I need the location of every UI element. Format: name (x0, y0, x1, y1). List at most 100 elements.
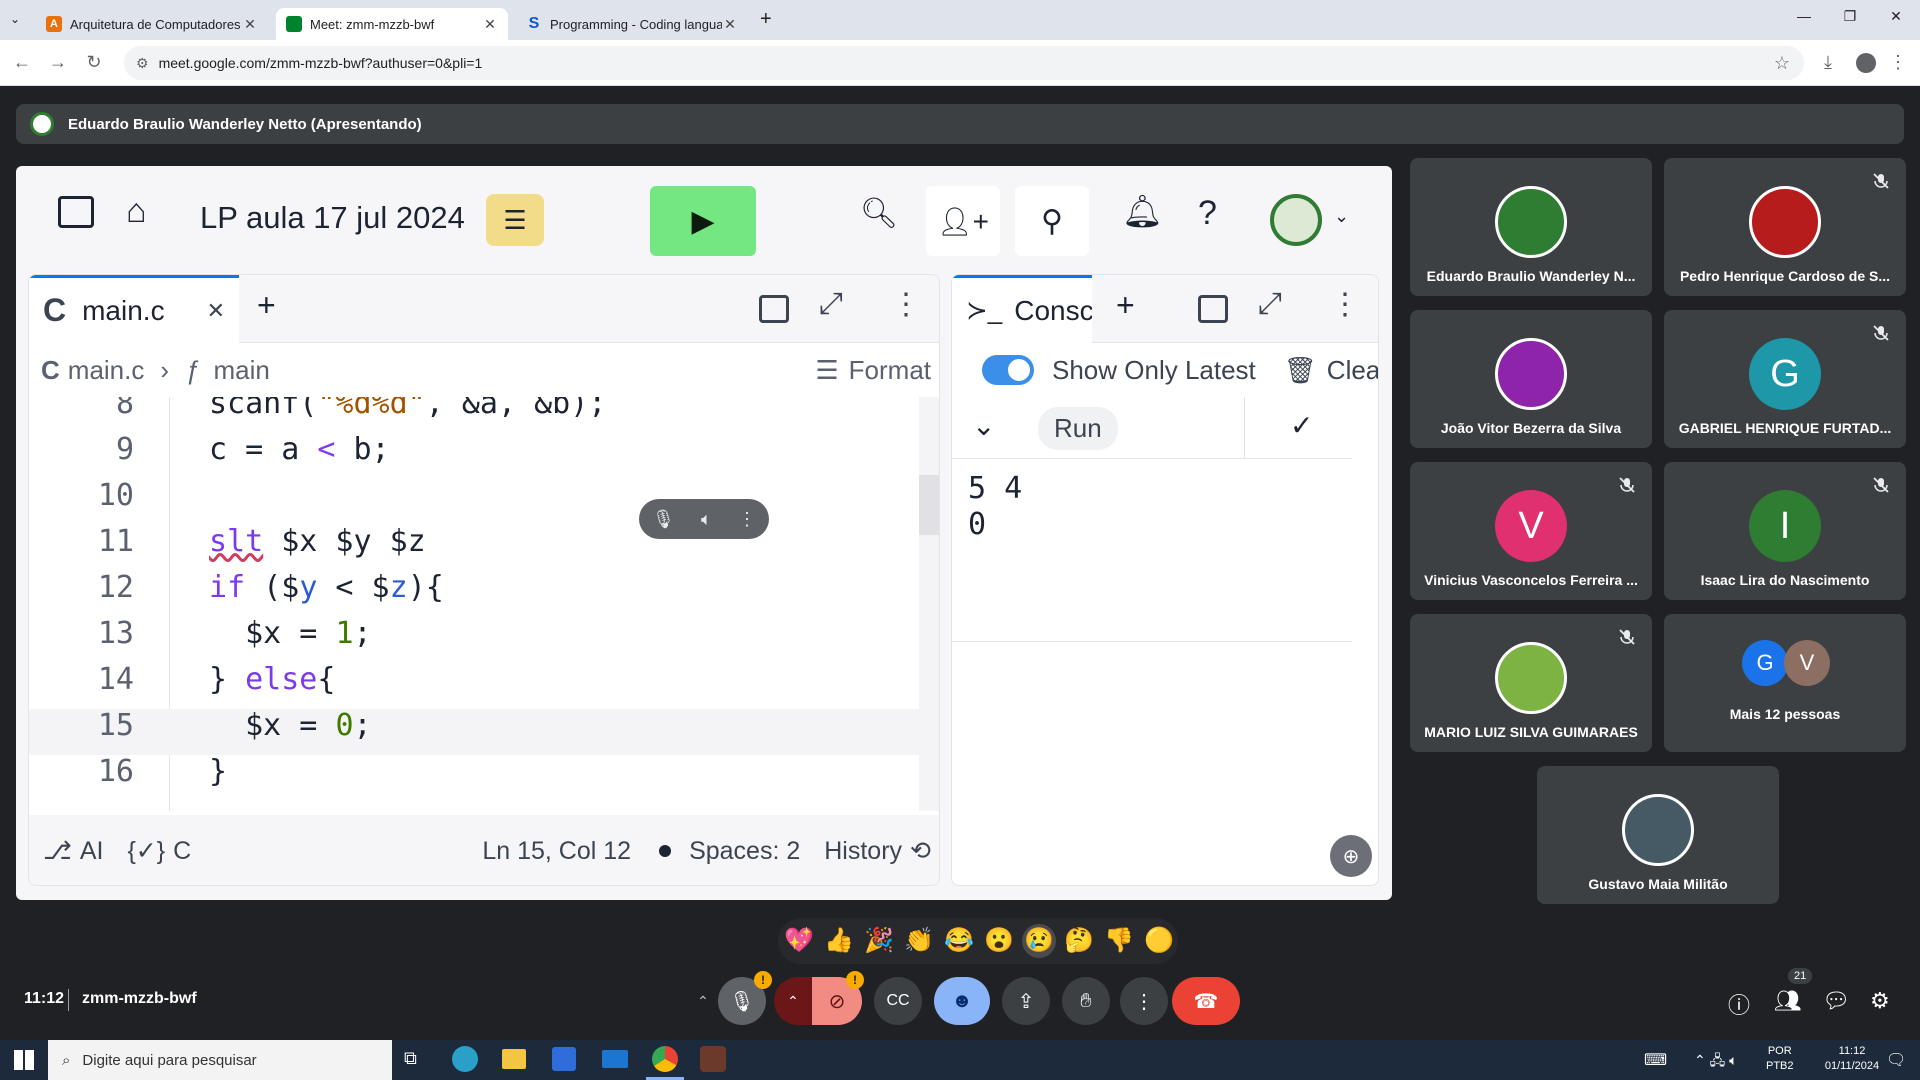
language-label[interactable]: C (173, 837, 191, 866)
collapse-chevron-icon[interactable]: ⌄ (972, 409, 995, 442)
breadcrumb-symbol[interactable]: main (214, 355, 270, 386)
participant-tile[interactable]: João Vitor Bezerra da Silva (1410, 310, 1652, 448)
reaction-emoji[interactable]: 🤔 (1062, 924, 1096, 958)
home-icon[interactable]: ⌂ (126, 192, 147, 231)
editor-scrollbar[interactable] (919, 397, 939, 811)
forward-icon[interactable]: → (46, 52, 70, 73)
participant-tile[interactable]: V Vinicius Vasconcelos Ferreira ... (1410, 462, 1652, 600)
notifications-icon[interactable]: 🔔︎ (1122, 192, 1163, 230)
repl-title[interactable]: LP aula 17 jul 2024 (200, 200, 465, 236)
app-icon[interactable] (700, 1046, 726, 1072)
reaction-emoji[interactable]: 😮 (982, 924, 1016, 958)
invite-button[interactable]: 👤︎+ (926, 186, 1000, 256)
back-icon[interactable]: ← (10, 52, 34, 73)
close-tab-icon[interactable]: ✕ (242, 16, 258, 33)
history-label[interactable]: History (824, 837, 902, 866)
site-info-icon[interactable]: ⚙ (136, 55, 149, 72)
clock[interactable]: 11:12 01/11/2024 (1812, 1044, 1892, 1074)
people-icon[interactable]: 👥︎ (1774, 988, 1802, 1014)
camera-off-button[interactable]: ⊘ ! (812, 971, 864, 1025)
store-icon[interactable] (552, 1047, 576, 1071)
meeting-code[interactable]: zmm-mzzb-bwf (82, 990, 197, 1008)
activities-icon[interactable]: ⚙ (1870, 988, 1890, 1014)
video-options-button[interactable]: ⌃ (774, 977, 812, 1025)
show-latest-toggle[interactable] (982, 355, 1034, 385)
scroll-thumb[interactable] (919, 475, 939, 535)
present-button[interactable]: ⇪ (1002, 977, 1050, 1025)
reaction-emoji[interactable]: 🎉 (862, 924, 896, 958)
more-options-icon[interactable]: ⋮ (1330, 287, 1360, 322)
spaces-setting[interactable]: Spaces: 2 (689, 837, 800, 866)
taskbar-search[interactable]: ⌕ Digite aqui para pesquisar (48, 1040, 392, 1080)
more-options-button[interactable]: ⋮ (1120, 977, 1168, 1025)
language-indicator[interactable]: POR PTB2 (1766, 1044, 1794, 1074)
deploy-button[interactable]: ⚲ (1015, 186, 1089, 256)
reaction-emoji[interactable]: 💖 (782, 924, 816, 958)
more-vert-icon[interactable]: ⋮ (738, 509, 756, 530)
close-tab-icon[interactable]: ✕ (207, 298, 225, 324)
leave-call-button[interactable]: ☎ (1172, 977, 1240, 1025)
chat-icon[interactable]: 💬︎ (1822, 988, 1850, 1014)
restore-icon[interactable]: ❐ (1830, 8, 1870, 25)
bookmark-star-icon[interactable]: ☆ (1774, 53, 1790, 74)
trash-icon[interactable]: 🗑︎ (1284, 355, 1317, 386)
participant-tile[interactable]: G GABRIEL HENRIQUE FURTAD... (1664, 310, 1906, 448)
reaction-emoji[interactable]: 😢 (1022, 924, 1056, 958)
chrome-icon[interactable] (652, 1046, 678, 1072)
raise-hand-button[interactable]: ✋︎ (1062, 977, 1110, 1025)
url-field[interactable]: ⚙ meet.google.com/zmm-mzzb-bwf?authuser=… (124, 46, 1804, 80)
browser-tab[interactable]: S Programming - Coding languag ✕ (516, 8, 748, 40)
edge-icon[interactable] (452, 1046, 478, 1072)
reload-icon[interactable]: ↻ (82, 52, 106, 73)
browser-tab-active[interactable]: Meet: zmm-mzzb-bwf ✕ (276, 8, 508, 40)
volume-icon[interactable]: 🔈︎ (701, 509, 712, 530)
participant-tile[interactable]: I Isaac Lira do Nascimento (1664, 462, 1906, 600)
editor-tab[interactable]: C main.c ✕ (29, 275, 239, 343)
maximize-icon[interactable]: ⤢ (1258, 287, 1282, 321)
floating-tile-controls[interactable]: 🎙︎ 🔈︎ ⋮ (639, 499, 769, 539)
reaction-emoji[interactable]: 👍 (822, 924, 856, 958)
meeting-info-icon[interactable]: ⓘ (1728, 988, 1750, 1020)
maximize-icon[interactable]: ⤢ (819, 287, 843, 321)
participant-tile[interactable]: Eduardo Braulio Wanderley N... (1410, 158, 1652, 296)
zoom-icon[interactable]: ⊕ (1330, 835, 1372, 877)
split-pane-icon[interactable] (1198, 295, 1228, 323)
browser-menu-icon[interactable]: ⋮ (1886, 52, 1910, 73)
help-icon[interactable]: ? (1198, 194, 1217, 233)
code-area[interactable]: 8 9 10 11 12 13 14 15 16 scanf("%d%d", &… (29, 397, 919, 811)
mic-button[interactable]: 🎙︎ ! (718, 971, 772, 1025)
windows-start-icon[interactable] (14, 1050, 34, 1070)
notification-center-icon[interactable]: 🗨︎ (1886, 1050, 1906, 1070)
split-pane-icon[interactable] (759, 295, 789, 323)
add-tab-icon[interactable]: + (1116, 287, 1135, 324)
task-view-icon[interactable]: ⧉ (404, 1048, 417, 1069)
participant-tile[interactable]: G V Mais 12 pessoas (1664, 614, 1906, 752)
ai-label[interactable]: AI (80, 837, 104, 866)
cursor-position[interactable]: Ln 15, Col 12 (482, 837, 631, 866)
minimize-icon[interactable]: — (1784, 8, 1824, 24)
explorer-icon[interactable] (502, 1049, 526, 1069)
close-window-icon[interactable]: ✕ (1876, 8, 1916, 25)
clear-label[interactable]: Clea (1327, 355, 1378, 386)
browser-tab[interactable]: A Arquitetura de Computadores ✕ (36, 8, 268, 40)
close-tab-icon[interactable]: ✕ (722, 16, 738, 33)
reaction-emoji[interactable]: 👎 (1102, 924, 1136, 958)
more-options-icon[interactable]: ⋮ (891, 287, 921, 322)
reaction-emoji[interactable]: 👏 (902, 924, 936, 958)
add-tab-icon[interactable]: + (257, 287, 276, 324)
captions-button[interactable]: CC (874, 977, 922, 1025)
breadcrumb-file[interactable]: main.c (68, 355, 145, 386)
participant-tile[interactable]: Pedro Henrique Cardoso de S... (1664, 158, 1906, 296)
run-button[interactable]: ▶ (650, 186, 756, 256)
console-tab[interactable]: ≻_ Consc (952, 275, 1092, 343)
search-icon[interactable]: 🔍︎ (860, 196, 898, 231)
tab-search-icon[interactable]: ⌄ (10, 12, 20, 26)
audio-options-button[interactable]: ⌃ (688, 977, 718, 1025)
reaction-emoji[interactable]: 😂 (942, 924, 976, 958)
sidebar-toggle-icon[interactable] (58, 196, 94, 228)
participant-tile[interactable]: MARIO LUIZ SILVA GUIMARAES (1410, 614, 1652, 752)
keyboard-icon[interactable]: ⌨ (1644, 1050, 1667, 1070)
participant-tile[interactable]: Gustavo Maia Militão (1537, 766, 1779, 904)
user-avatar[interactable] (1270, 194, 1322, 246)
new-tab-icon[interactable]: + (760, 8, 772, 31)
